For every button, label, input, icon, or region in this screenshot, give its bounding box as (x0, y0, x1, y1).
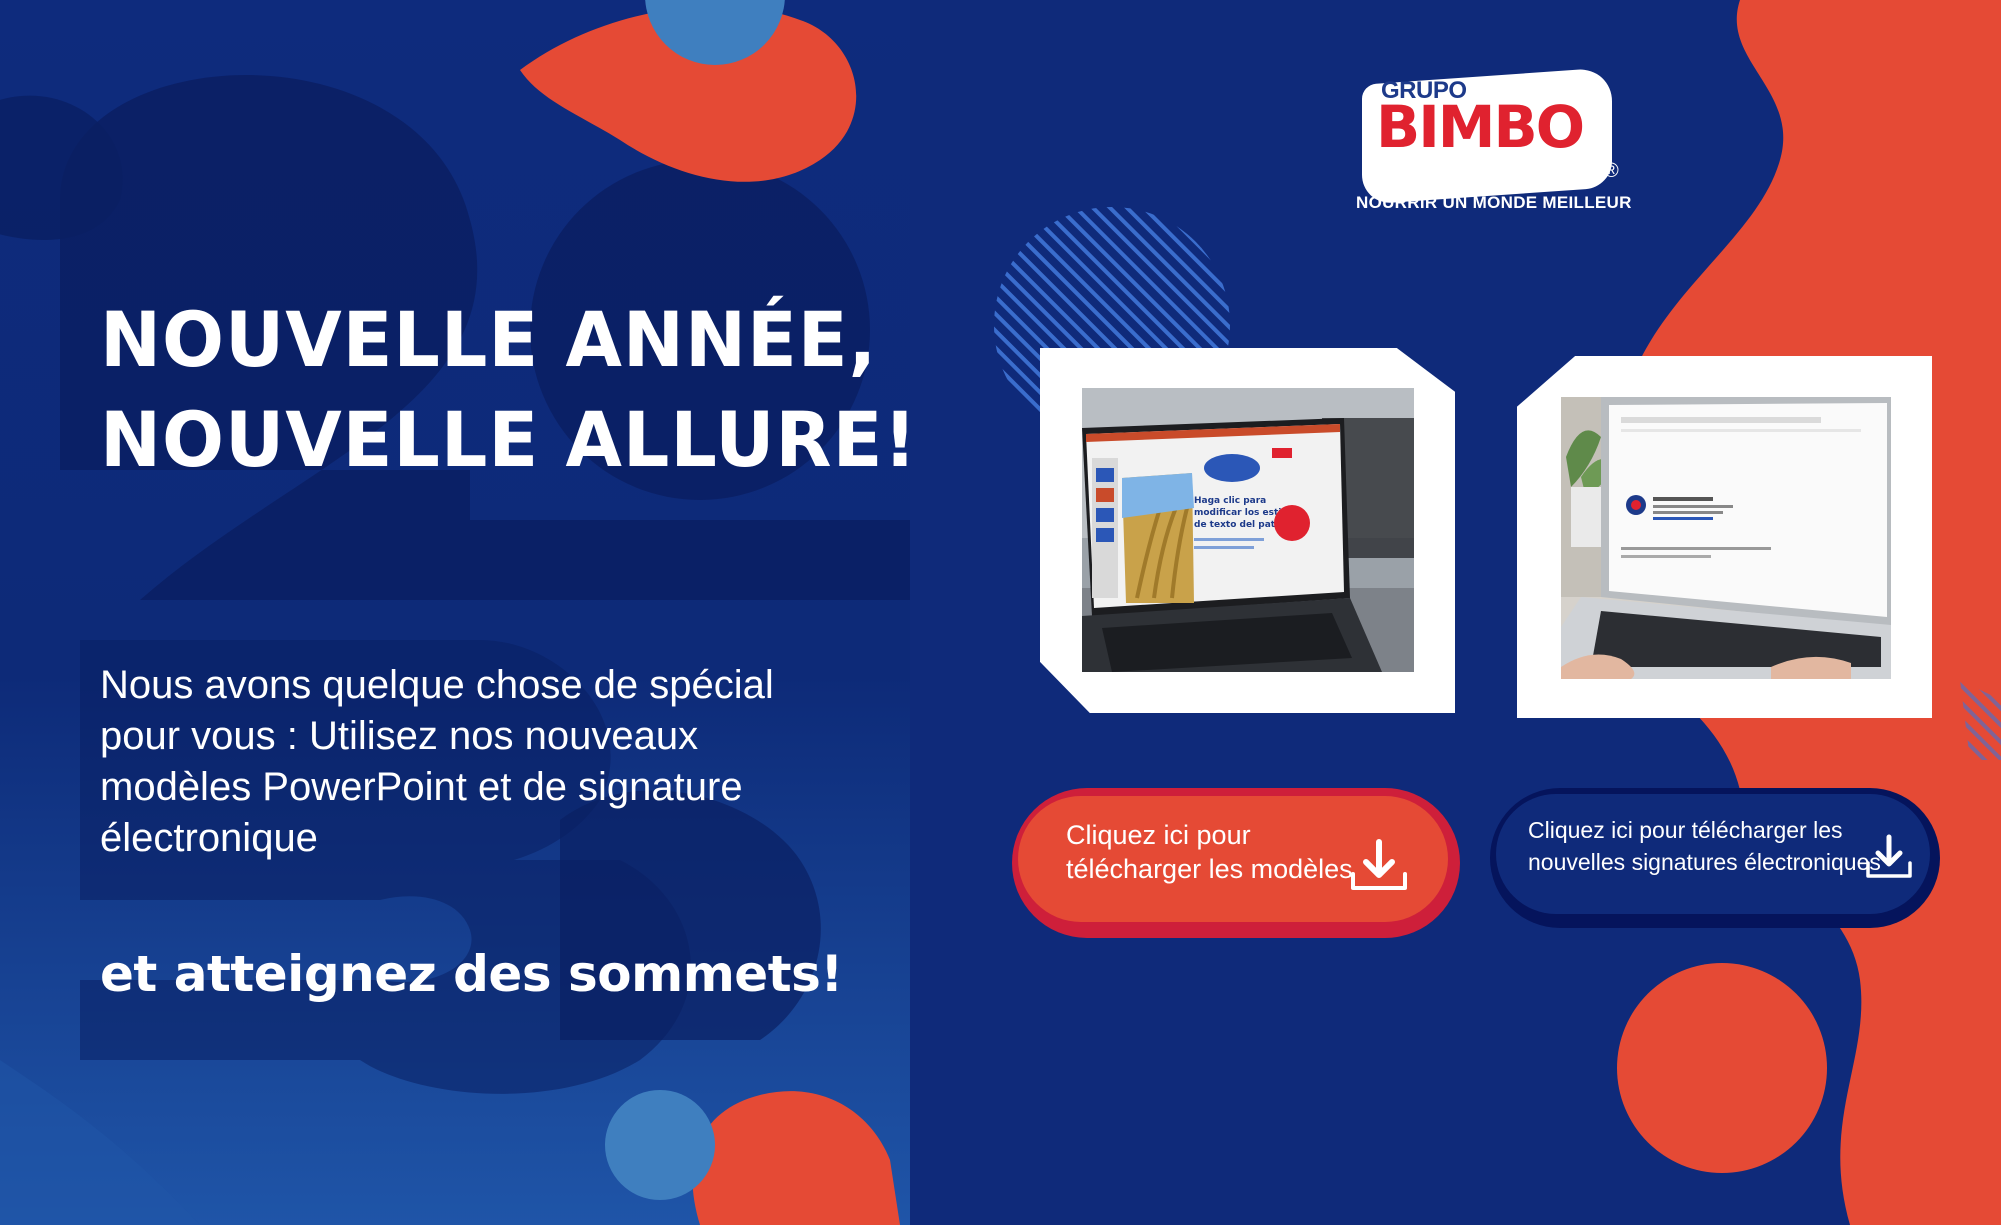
download-templates-button[interactable]: Cliquez ici pour télécharger les modèles (1012, 788, 1460, 938)
headline-line-1: NOUVELLE ANNÉE, (100, 295, 878, 384)
headline-line-2: NOUVELLE ALLURE! (100, 395, 918, 484)
headline: NOUVELLE ANNÉE, NOUVELLE ALLURE! (100, 290, 918, 490)
logo-brand-text: BIMBO (1376, 93, 1585, 161)
body-text: Nous avons quelque chose de spécial pour… (100, 663, 774, 860)
promo-page: NOUVELLE ANNÉE, NOUVELLE ALLURE! Nous av… (0, 0, 2001, 1225)
download-templates-button-face[interactable]: Cliquez ici pour télécharger les modèles (1018, 796, 1448, 922)
registered-mark: ® (1604, 160, 1619, 182)
grupo-bimbo-logo: GRUPO BIMBO ® NOURRIR UN MONDE MEILLEUR (1348, 60, 1631, 220)
download-templates-label: Cliquez ici pour télécharger les modèles (1066, 820, 1353, 884)
download-signatures-button-face[interactable]: Cliquez ici pour télécharger les nouvell… (1496, 794, 1930, 914)
slide-title-line-1: Haga clic para (1194, 496, 1266, 506)
download-signatures-button[interactable]: Cliquez ici pour télécharger les nouvell… (1490, 788, 1940, 928)
download-signatures-label: Cliquez ici pour télécharger les nouvell… (1528, 817, 1881, 875)
logo-slogan: NOURRIR UN MONDE MEILLEUR (1356, 193, 1632, 212)
email-signature-photo (1561, 397, 1891, 679)
powerpoint-template-photo: Haga clic para modificar los estilos de … (1082, 388, 1414, 672)
tagline: et atteignez des sommets! (100, 945, 843, 1003)
download-icon (1351, 839, 1407, 890)
download-icon (1866, 834, 1912, 878)
